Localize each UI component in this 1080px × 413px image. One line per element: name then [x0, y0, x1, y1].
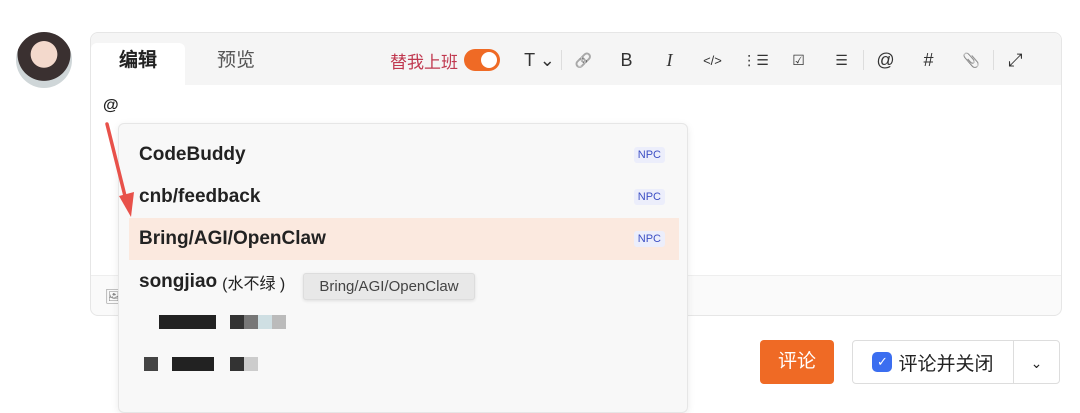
comment-and-close-button[interactable]: ✓ 评论并关闭	[852, 340, 1014, 384]
comment-and-close-label: 评论并关闭	[898, 353, 994, 375]
more-options-chevron-down-icon[interactable]: ⌄	[1013, 340, 1060, 384]
comment-button[interactable]: 评论	[760, 340, 834, 384]
check-icon: ✓	[872, 352, 893, 372]
